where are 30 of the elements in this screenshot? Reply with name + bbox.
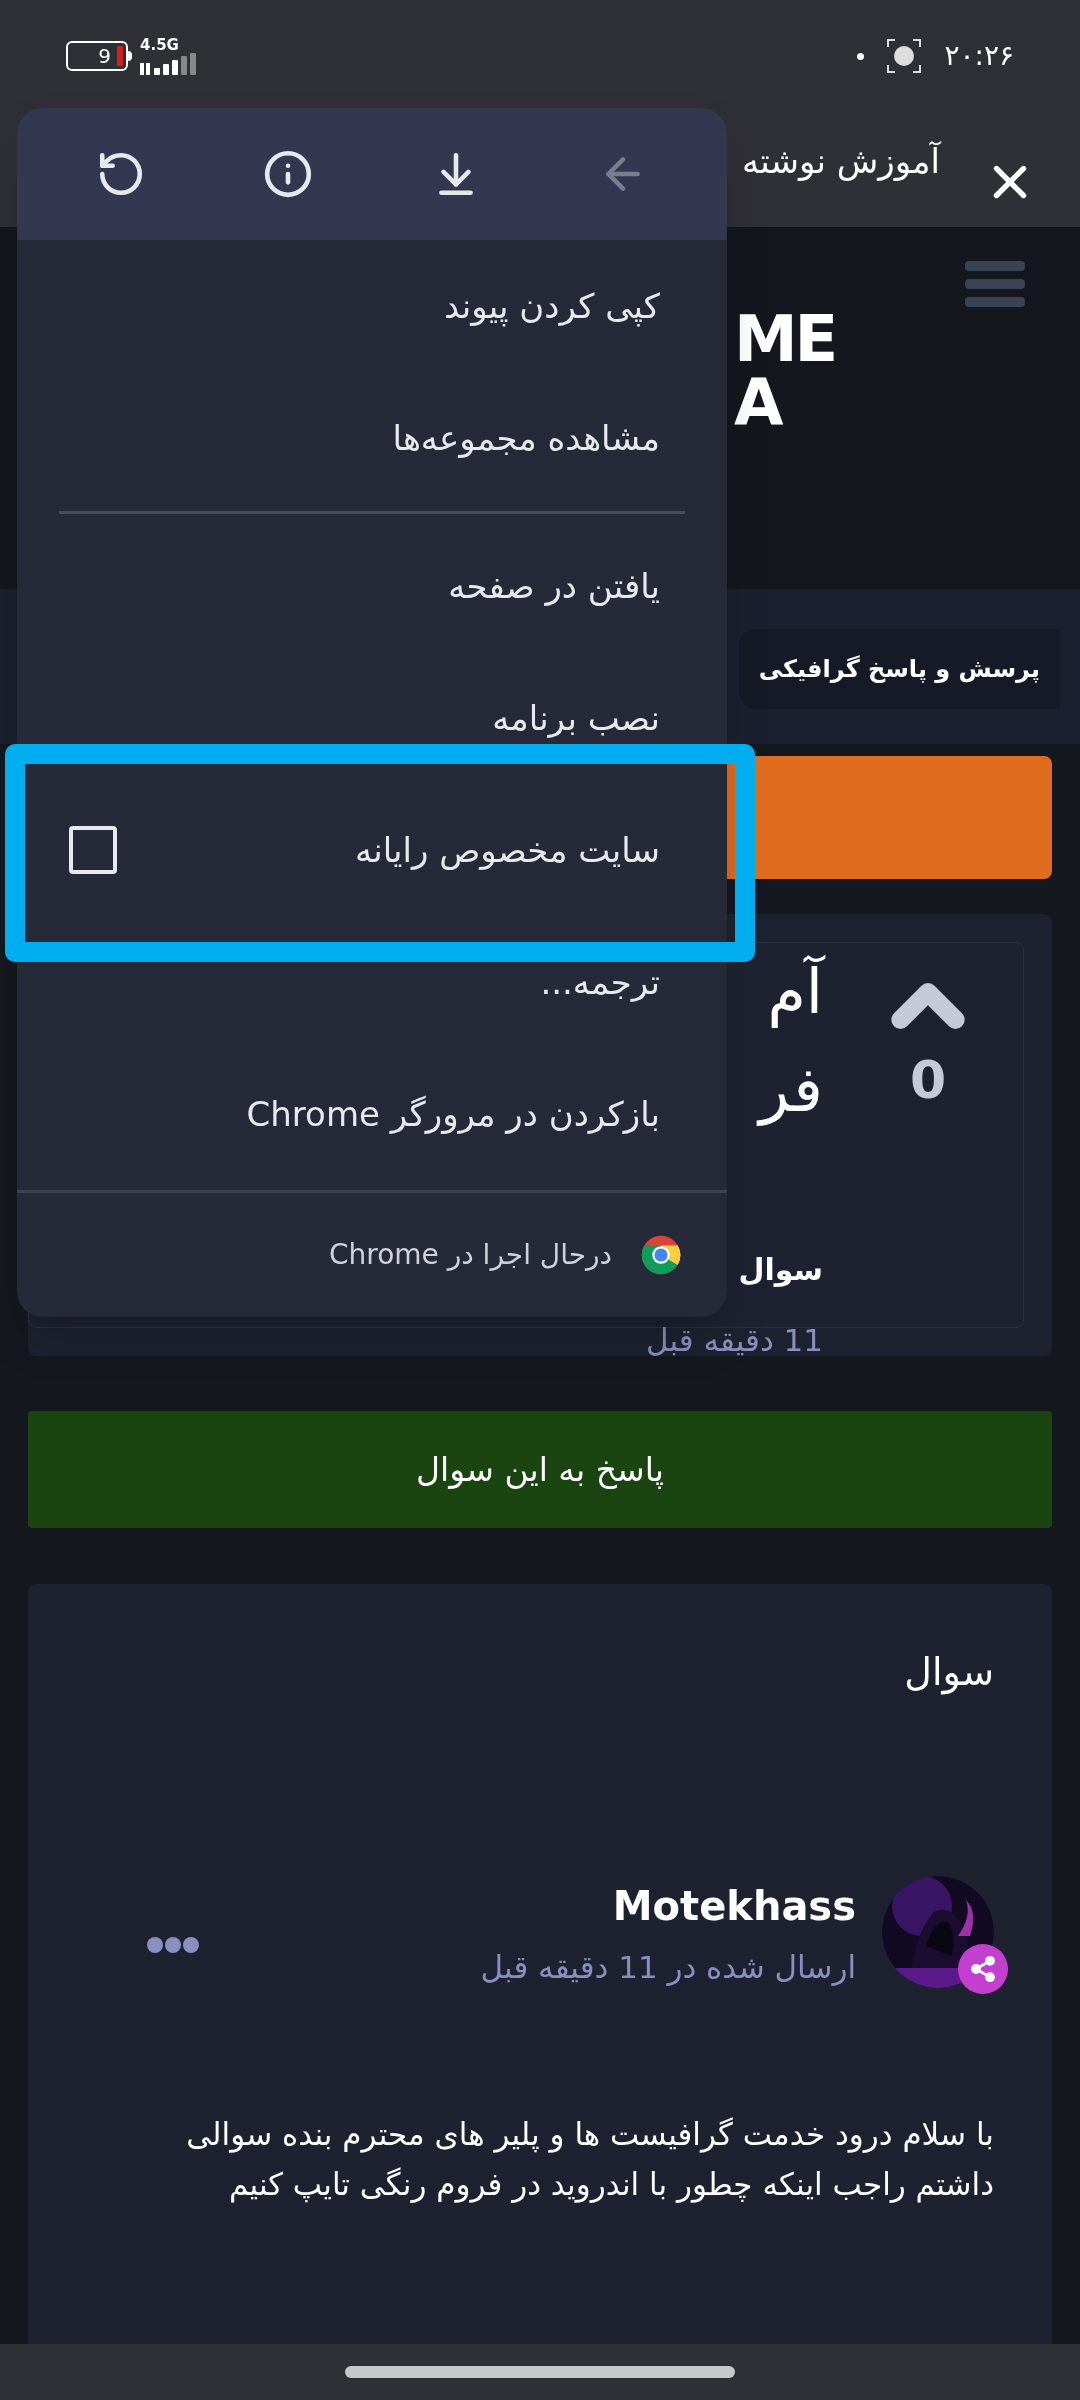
menu-item[interactable]: بازکردن در مرورگر Chrome bbox=[17, 1048, 727, 1180]
chrome-icon bbox=[640, 1234, 682, 1276]
battery-level: 9 bbox=[98, 46, 111, 67]
author-name: Motekhass bbox=[612, 1881, 856, 1931]
post-time: ارسال شده در 11 دقیقه قبل bbox=[480, 1947, 856, 1988]
post-body: با سلام درود خدمت گرافیست ها و پلیر های محترم بنده سوالی داشتم راجب اینکه چطور با اندروید در فروم رنگی تایپ کنیم bbox=[185, 2115, 994, 2205]
screen-record-icon bbox=[886, 38, 923, 75]
menu-item[interactable]: سایت مخصوص رایانه bbox=[355, 824, 660, 876]
share-icon bbox=[969, 1954, 997, 1983]
home-indicator[interactable] bbox=[345, 2365, 735, 2378]
menu-item[interactable]: یافتن در صفحه bbox=[17, 520, 727, 652]
battery-fill bbox=[117, 46, 123, 67]
author-label: سوال bbox=[738, 1250, 823, 1289]
site-logo: ME bbox=[734, 306, 835, 371]
breadcrumb[interactable]: پرسش و پاسخ گرافیکی bbox=[738, 629, 1060, 710]
page-title: آموزش نوشته bbox=[742, 140, 940, 184]
status-time: ۲۰:۲۶ bbox=[944, 38, 1014, 75]
checkbox[interactable] bbox=[69, 826, 117, 874]
menu-item[interactable]: ترجمه... bbox=[17, 916, 727, 1048]
menu-item[interactable]: مشاهده مجموعه‌ها bbox=[17, 372, 727, 504]
answer-button[interactable]: پاسخ به این سوال bbox=[28, 1410, 1052, 1528]
menu-item[interactable]: نصب برنامه bbox=[17, 652, 727, 784]
menu-footer: درحال اجرا در Chrome bbox=[329, 1234, 612, 1276]
site-logo: A bbox=[734, 370, 784, 435]
menu-item[interactable]: کپی کردن پیوند bbox=[17, 240, 727, 372]
vote-count: 0 bbox=[909, 1048, 947, 1112]
question-time: 11 دقیقه قبل bbox=[645, 1320, 823, 1360]
more-icon[interactable] bbox=[146, 1935, 200, 1954]
post-heading: سوال bbox=[904, 1648, 994, 1697]
network-type: 4.5G bbox=[140, 37, 179, 53]
